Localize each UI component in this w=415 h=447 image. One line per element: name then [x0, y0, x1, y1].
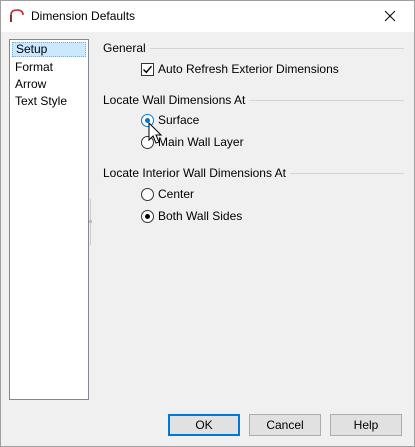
cancel-button[interactable]: Cancel: [249, 414, 321, 436]
general-divider: [147, 48, 404, 49]
interior-dims-divider: [271, 173, 404, 174]
both-wall-sides-radio[interactable]: [141, 210, 154, 223]
main-wall-layer-label: Main Wall Layer: [158, 135, 244, 149]
center-radio[interactable]: [141, 188, 154, 201]
ok-button[interactable]: OK: [168, 414, 240, 436]
general-heading: General: [103, 41, 150, 55]
title-bar[interactable]: Dimension Defaults: [1, 1, 414, 32]
wall-dims-divider: [233, 100, 404, 101]
wall-dims-heading: Locate Wall Dimensions At: [103, 93, 250, 107]
category-list[interactable]: Setup Format Arrow Text Style: [9, 39, 89, 400]
category-text-style[interactable]: Text Style: [12, 94, 86, 109]
help-button[interactable]: Help: [330, 414, 402, 436]
category-arrow[interactable]: Arrow: [12, 77, 86, 92]
splitter-dot: [89, 220, 92, 223]
radio-selected-dot: [145, 214, 150, 219]
mouse-pointer-icon: [148, 122, 163, 144]
window-title: Dimension Defaults: [31, 9, 136, 23]
close-icon[interactable]: [379, 6, 401, 26]
interior-dims-heading: Locate Interior Wall Dimensions At: [103, 166, 290, 180]
auto-refresh-label: Auto Refresh Exterior Dimensions: [158, 62, 339, 76]
checkmark-icon: [143, 65, 153, 74]
panel-splitter[interactable]: [89, 199, 92, 245]
center-label: Center: [158, 187, 195, 201]
both-wall-sides-label: Both Wall Sides: [158, 209, 243, 223]
category-format[interactable]: Format: [12, 60, 86, 75]
dialog-window: Dimension Defaults Setup Format Arrow Te…: [0, 0, 415, 447]
category-setup[interactable]: Setup: [12, 42, 86, 57]
app-icon: [10, 9, 24, 22]
surface-label: Surface: [158, 113, 200, 127]
auto-refresh-checkbox[interactable]: [141, 63, 154, 76]
